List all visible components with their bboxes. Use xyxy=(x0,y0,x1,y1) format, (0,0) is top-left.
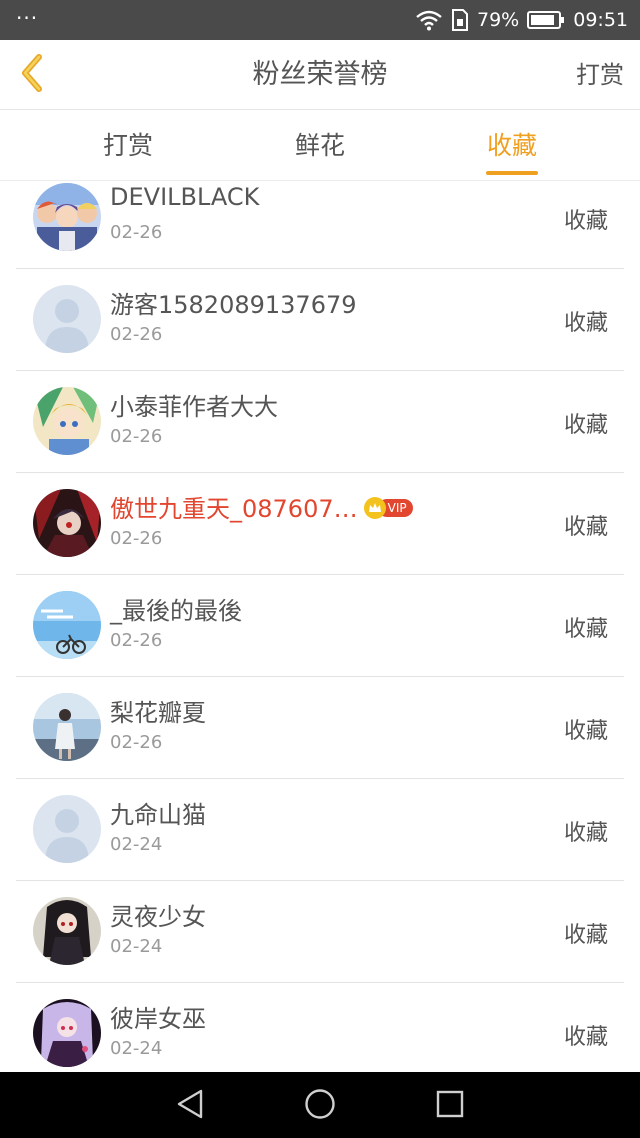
nav-recents-button[interactable] xyxy=(432,1088,468,1124)
row-action-label: 收藏 xyxy=(563,719,608,744)
nav-back-button[interactable] xyxy=(172,1088,208,1124)
user-name: DEVILBLACK xyxy=(110,183,260,211)
active-tab-indicator xyxy=(486,171,538,175)
sim-card-icon xyxy=(451,9,469,31)
list-item[interactable]: 游客1582089137679 02-26 收藏 xyxy=(16,269,624,371)
user-name: _最後的最後 xyxy=(110,597,242,625)
avatar[interactable] xyxy=(33,591,101,659)
user-name: 灵夜少女 xyxy=(110,903,206,931)
circle-home-icon xyxy=(304,1088,336,1124)
vip-badge: VIP xyxy=(363,497,413,519)
user-name: 小泰菲作者大大 xyxy=(110,393,278,421)
date: 02-26 xyxy=(110,528,163,549)
avatar[interactable] xyxy=(33,387,101,455)
row-action-label: 收藏 xyxy=(563,515,608,540)
list-item[interactable]: 九命山猫 02-24 收藏 xyxy=(16,779,624,881)
date: 02-26 xyxy=(110,324,163,345)
user-name: 傲世九重天_087607… VIP xyxy=(110,489,413,524)
list-item[interactable]: 梨花瓣夏 02-26 收藏 xyxy=(16,677,624,779)
header: 粉丝荣誉榜 打赏 xyxy=(0,40,640,110)
crown-icon xyxy=(363,497,386,519)
date: 02-26 xyxy=(110,222,163,243)
user-name: 游客1582089137679 xyxy=(110,291,357,319)
tab-flowers[interactable]: 鲜花 xyxy=(282,111,358,181)
battery-percent: 79% xyxy=(477,9,520,31)
back-button[interactable] xyxy=(10,52,54,98)
date: 02-24 xyxy=(110,834,163,855)
avatar[interactable] xyxy=(33,897,101,965)
back-chevron-icon xyxy=(17,53,47,97)
list-item[interactable]: 傲世九重天_087607… VIP 02-26 收藏 xyxy=(16,473,624,575)
row-action-label: 收藏 xyxy=(563,821,608,846)
avatar[interactable] xyxy=(33,693,101,761)
date: 02-24 xyxy=(110,1038,163,1059)
tab-reward[interactable]: 打赏 xyxy=(90,111,166,181)
wifi-icon xyxy=(415,9,443,31)
triangle-back-icon xyxy=(175,1088,205,1124)
row-action-label: 收藏 xyxy=(563,413,608,438)
avatar[interactable] xyxy=(33,285,101,353)
avatar[interactable] xyxy=(33,183,101,251)
date: 02-26 xyxy=(110,732,163,753)
date: 02-26 xyxy=(110,630,163,651)
row-action-label: 收藏 xyxy=(563,617,608,642)
list-item[interactable]: _最後的最後 02-26 收藏 xyxy=(16,575,624,677)
reward-button[interactable]: 打赏 xyxy=(576,40,624,110)
fan-list[interactable]: DEVILBLACK 02-26 收藏 游客1582089137679 02-2… xyxy=(0,181,640,1072)
user-name: 九命山猫 xyxy=(110,801,206,829)
clock: 09:51 xyxy=(573,9,628,31)
date: 02-24 xyxy=(110,936,163,957)
user-name: 彼岸女巫 xyxy=(110,1005,206,1033)
list-item[interactable]: 彼岸女巫 02-24 收藏 xyxy=(16,983,624,1072)
nav-home-button[interactable] xyxy=(302,1088,338,1124)
notification-dots: ··· xyxy=(16,6,39,30)
row-action-label: 收藏 xyxy=(563,209,608,234)
system-nav-bar xyxy=(0,1072,640,1138)
list-item[interactable]: DEVILBLACK 02-26 收藏 xyxy=(16,181,624,269)
status-icons: 79% 09:51 xyxy=(415,0,628,40)
page-title: 粉丝荣誉榜 xyxy=(252,59,388,90)
row-action-label: 收藏 xyxy=(563,923,608,948)
row-action-label: 收藏 xyxy=(563,1025,608,1050)
avatar[interactable] xyxy=(33,489,101,557)
tab-bar: 打赏 鲜花 收藏 xyxy=(0,111,640,181)
battery-icon xyxy=(527,10,565,30)
list-item[interactable]: 灵夜少女 02-24 收藏 xyxy=(16,881,624,983)
status-bar: ··· 79% 09:51 xyxy=(0,0,640,40)
row-action-label: 收藏 xyxy=(563,311,608,336)
square-recents-icon xyxy=(435,1089,465,1123)
user-name-text: 傲世九重天_087607… xyxy=(110,495,358,523)
avatar[interactable] xyxy=(33,999,101,1067)
user-name: 梨花瓣夏 xyxy=(110,699,206,727)
date: 02-26 xyxy=(110,426,163,447)
avatar[interactable] xyxy=(33,795,101,863)
list-item[interactable]: 小泰菲作者大大 02-26 收藏 xyxy=(16,371,624,473)
